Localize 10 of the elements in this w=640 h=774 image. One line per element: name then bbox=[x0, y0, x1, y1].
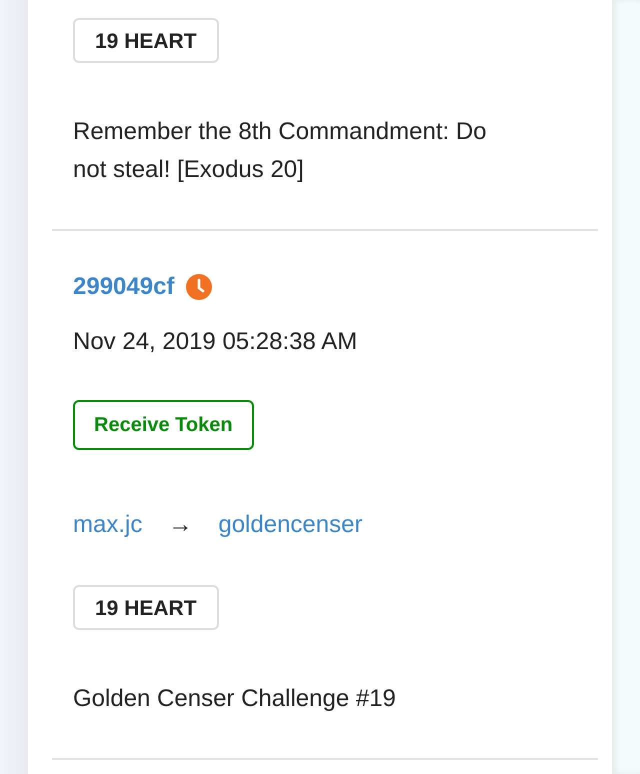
amount-badge: 19 HEART bbox=[73, 585, 219, 630]
memo-text: Remember the 8th Commandment: Do not steal! [Exodus 20] bbox=[73, 117, 488, 185]
receive-token-button[interactable]: Receive Token bbox=[73, 400, 254, 450]
arrow-text: → bbox=[168, 510, 192, 540]
memo-text: Golden Censer Challenge #19 bbox=[73, 684, 397, 714]
amount-badge: 19 HEART bbox=[73, 18, 219, 63]
sender-link[interactable]: max.jc bbox=[73, 510, 142, 540]
transaction-date: Nov 24, 2019 05:28:38 AM bbox=[73, 327, 358, 357]
transaction-link[interactable]: 299049cf bbox=[73, 273, 174, 301]
recipient-link[interactable]: goldencenser bbox=[218, 510, 362, 540]
